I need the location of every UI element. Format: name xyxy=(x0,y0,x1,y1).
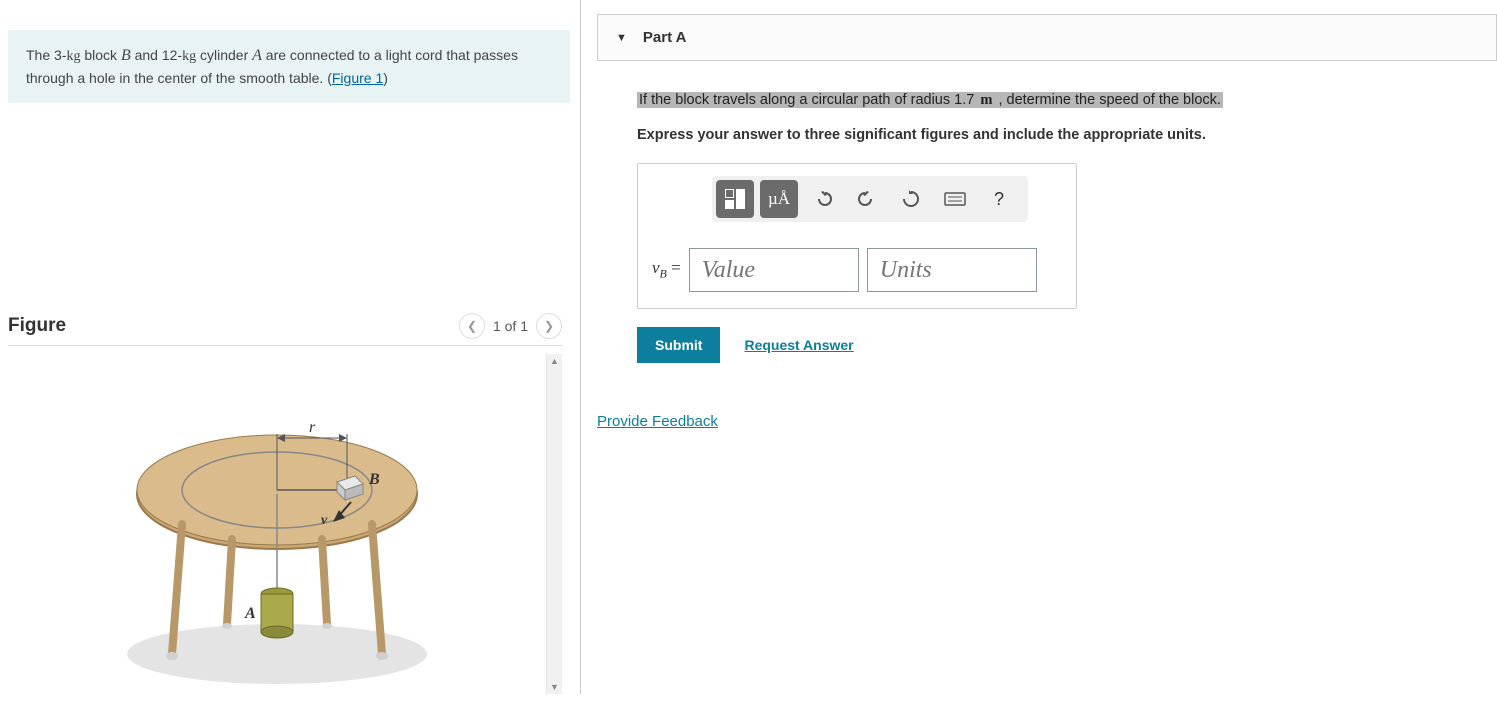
figure-counter: 1 of 1 xyxy=(493,318,528,334)
label-B: B xyxy=(368,471,380,488)
part-a-header[interactable]: ▼ Part A xyxy=(597,14,1497,61)
reset-button[interactable] xyxy=(892,180,930,218)
provide-feedback-link[interactable]: Provide Feedback xyxy=(597,413,718,430)
text: kg xyxy=(66,49,80,64)
label-r: r xyxy=(309,419,316,436)
figure-next-button[interactable]: ❯ xyxy=(536,313,562,339)
text: cylinder xyxy=(196,47,252,63)
figure-nav: ❮ 1 of 1 ❯ xyxy=(459,313,562,339)
scroll-down-icon[interactable]: ▼ xyxy=(550,682,559,692)
text: block xyxy=(80,47,120,63)
templates-button[interactable] xyxy=(716,180,754,218)
scroll-up-icon[interactable]: ▲ xyxy=(550,356,559,366)
units-input[interactable] xyxy=(867,248,1037,292)
value-input[interactable] xyxy=(689,248,859,292)
templates-icon xyxy=(725,189,745,209)
units-symbols-button[interactable]: µÅ xyxy=(760,180,798,218)
redo-button[interactable] xyxy=(848,180,886,218)
answer-toolbar: µÅ ? xyxy=(712,176,1028,222)
request-answer-link[interactable]: Request Answer xyxy=(744,337,853,353)
figure-prev-button[interactable]: ❮ xyxy=(459,313,485,339)
action-row: Submit Request Answer xyxy=(637,327,1497,363)
question-prompt: If the block travels along a circular pa… xyxy=(637,91,1497,109)
answer-block: µÅ ? vB = xyxy=(637,163,1077,309)
text: and 12- xyxy=(131,47,182,63)
figure-scrollbar[interactable]: ▲ ▼ xyxy=(546,354,562,694)
text: kg xyxy=(182,49,196,64)
keyboard-button[interactable] xyxy=(936,180,974,218)
figure-image: r B v xyxy=(8,354,546,694)
variable-label: vB = xyxy=(652,258,681,281)
var-A: A xyxy=(252,47,262,64)
help-button[interactable]: ? xyxy=(980,180,1018,218)
label-A: A xyxy=(244,605,256,622)
figure-link[interactable]: Figure 1 xyxy=(332,70,383,86)
label-v: v xyxy=(321,513,328,528)
collapse-icon: ▼ xyxy=(616,32,627,44)
answer-row: vB = xyxy=(652,248,1062,292)
figure-title: Figure xyxy=(8,315,66,337)
figure-area: r B v xyxy=(8,354,562,694)
text: The 3- xyxy=(26,47,66,63)
figure-header: Figure ❮ 1 of 1 ❯ xyxy=(8,313,562,346)
submit-button[interactable]: Submit xyxy=(637,327,720,363)
undo-button[interactable] xyxy=(804,180,842,218)
var-B: B xyxy=(121,47,131,64)
answer-instruction: Express your answer to three significant… xyxy=(637,127,1497,143)
problem-statement: The 3-kg block B and 12-kg cylinder A ar… xyxy=(8,30,570,103)
text: ) xyxy=(383,70,388,86)
part-a-title: Part A xyxy=(643,29,687,46)
